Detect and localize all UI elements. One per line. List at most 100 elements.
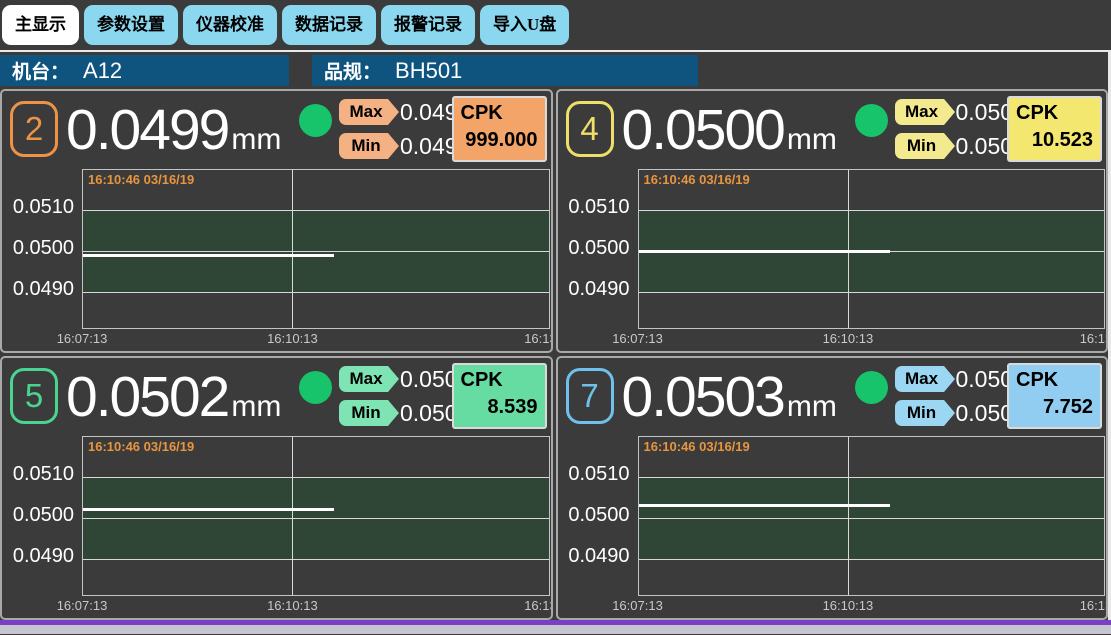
measurement-unit: mm <box>231 123 281 157</box>
gridline-horizontal <box>83 559 549 560</box>
status-ok-dot <box>855 104 888 137</box>
tab-bar: 主显示参数设置仪器校准数据记录报警记录导入U盘 <box>0 0 1111 50</box>
x-tick: 16:07:13 <box>57 598 108 613</box>
y-tick: 0.0510 <box>2 463 74 486</box>
max-tag-label: Max <box>895 366 944 392</box>
channel-panel: 4 0.0500 mm Max 0.0500 Min <box>556 89 1109 353</box>
min-tag-label: Min <box>339 133 388 159</box>
panel-grid: 2 0.0499 mm Max 0.0499 Min <box>0 89 1108 620</box>
x-tick: 16:10:13 <box>267 598 318 613</box>
product-label: 品规： <box>324 57 381 84</box>
channel-panel: 2 0.0499 mm Max 0.0499 Min <box>0 89 553 353</box>
min-tag: Min <box>339 133 399 159</box>
plot-area: 16:10:46 03/16/19 <box>82 169 550 329</box>
x-tick: 16:07:13 <box>612 598 663 613</box>
status-ok-dot <box>855 371 888 404</box>
cpk-box: CPK 8.539 <box>452 363 547 429</box>
max-tag-label: Max <box>339 366 388 392</box>
channel-badge: 2 <box>10 101 58 157</box>
panel-header: 4 0.0500 mm Max 0.0500 Min <box>558 91 1107 169</box>
x-tick: 16:10:13 <box>267 331 318 346</box>
tab-3[interactable]: 数据记录 <box>282 5 376 45</box>
y-tick: 0.0490 <box>558 545 630 568</box>
min-tag: Min <box>895 133 955 159</box>
cpk-box: CPK 10.523 <box>1007 96 1102 162</box>
measurement-value: 0.0499 <box>66 93 228 167</box>
gridline-vertical <box>292 170 293 328</box>
tab-4[interactable]: 报警记录 <box>381 5 475 45</box>
tag-arrow-icon <box>388 99 399 125</box>
y-tick: 0.0500 <box>558 237 630 260</box>
status-ok-dot <box>299 104 332 137</box>
x-axis: 16:07:13 16:10:13 16:13:13 <box>82 331 550 349</box>
tag-arrow-icon <box>944 400 955 426</box>
cpk-label: CPK <box>461 367 538 393</box>
product-value: BH501 <box>395 58 462 84</box>
tag-arrow-icon <box>388 366 399 392</box>
max-tag: Max <box>895 99 955 125</box>
x-tick: 16:10:13 <box>823 331 874 346</box>
min-tag: Min <box>895 400 955 426</box>
measurement-value: 0.0500 <box>622 93 784 167</box>
y-tick: 0.0500 <box>2 237 74 260</box>
tag-arrow-icon <box>944 133 955 159</box>
min-tag-label: Min <box>339 400 388 426</box>
channel-badge: 4 <box>566 101 614 157</box>
product-info-box: 品规： BH501 <box>312 55 698 86</box>
y-tick: 0.0500 <box>2 504 74 527</box>
status-ok-dot <box>299 371 332 404</box>
tab-2[interactable]: 仪器校准 <box>183 5 277 45</box>
machine-value: A12 <box>83 58 122 84</box>
plot-area: 16:10:46 03/16/19 <box>82 436 550 596</box>
min-row: Min 0.0502 <box>339 399 470 427</box>
app-root: 主显示参数设置仪器校准数据记录报警记录导入U盘 机台： A12 品规： BH50… <box>0 0 1111 634</box>
gridline-vertical <box>848 437 849 595</box>
trace-line <box>83 508 334 511</box>
tag-arrow-icon <box>388 400 399 426</box>
min-row: Min 0.0499 <box>339 132 470 160</box>
chart-timestamp: 16:10:46 03/16/19 <box>644 439 750 454</box>
y-tick: 0.0490 <box>2 545 74 568</box>
tag-arrow-icon <box>944 99 955 125</box>
panel-header: 2 0.0499 mm Max 0.0499 Min <box>2 91 551 169</box>
max-tag: Max <box>339 366 399 392</box>
y-tick: 0.0510 <box>558 463 630 486</box>
min-tag: Min <box>339 400 399 426</box>
cpk-value: 7.752 <box>1016 393 1093 421</box>
measurement-reading: 0.0499 mm <box>66 93 281 167</box>
gridline-vertical <box>292 437 293 595</box>
y-tick: 0.0510 <box>558 196 630 219</box>
measurement-unit: mm <box>231 390 281 424</box>
max-tag-label: Max <box>339 99 388 125</box>
tab-5[interactable]: 导入U盘 <box>480 5 569 45</box>
trend-chart: 0.0510 0.0500 0.0490 16:10:46 03/16/19 1… <box>558 169 1107 351</box>
content-frame: 机台： A12 品规： BH501 2 0.0499 mm Max <box>0 50 1111 620</box>
y-tick: 0.0500 <box>558 504 630 527</box>
plot-area: 16:10:46 03/16/19 <box>638 169 1106 329</box>
chart-timestamp: 16:10:46 03/16/19 <box>88 172 194 187</box>
x-axis: 16:07:13 16:10:13 16:13:13 <box>82 598 550 616</box>
panel-header: 7 0.0503 mm Max 0.0503 Min <box>558 358 1107 436</box>
gridline-horizontal <box>639 518 1105 519</box>
x-tick: 16:10:13 <box>823 598 874 613</box>
x-tick: 16:07:13 <box>57 331 108 346</box>
max-tag-label: Max <box>895 99 944 125</box>
gridline-horizontal <box>639 477 1105 478</box>
tab-1[interactable]: 参数设置 <box>84 5 178 45</box>
trend-chart: 0.0510 0.0500 0.0490 16:10:46 03/16/19 1… <box>2 169 551 351</box>
tag-arrow-icon <box>388 133 399 159</box>
panel-header: 5 0.0502 mm Max 0.0502 Min <box>2 358 551 436</box>
maxmin-group: Max 0.0502 Min 0.0502 <box>339 365 470 433</box>
cpk-label: CPK <box>1016 367 1093 393</box>
tab-0[interactable]: 主显示 <box>2 5 79 45</box>
gridline-horizontal <box>83 477 549 478</box>
trace-line <box>639 250 890 253</box>
gridline-horizontal <box>639 210 1105 211</box>
chart-timestamp: 16:10:46 03/16/19 <box>88 439 194 454</box>
cpk-value: 10.523 <box>1016 126 1093 154</box>
x-tick: 16:13:13 <box>524 598 552 613</box>
machine-info-box: 机台： A12 <box>0 55 289 86</box>
gridline-horizontal <box>639 559 1105 560</box>
x-axis: 16:07:13 16:10:13 16:13:13 <box>638 598 1106 616</box>
x-tick: 16:13:13 <box>1080 331 1108 346</box>
